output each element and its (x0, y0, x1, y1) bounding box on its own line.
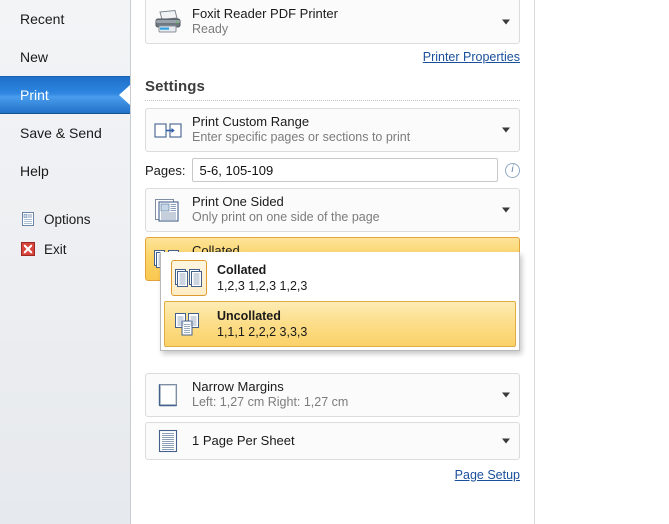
pages-input[interactable] (192, 158, 498, 182)
exit-icon (20, 241, 36, 257)
collation-option-uncollated[interactable]: Uncollated 1,1,1 2,2,2 3,3,3 (164, 301, 516, 347)
margins-title: Narrow Margins (192, 379, 284, 395)
printer-status: Ready (192, 21, 229, 36)
sidebar-item-exit[interactable]: Exit (0, 234, 130, 264)
chevron-down-icon[interactable] (502, 207, 510, 213)
pages-per-sheet-title: 1 Page Per Sheet (192, 432, 295, 448)
pages-per-sheet-select[interactable]: 1 Page Per Sheet (145, 422, 520, 460)
print-sides-subtitle: Only print on one side of the page (192, 210, 380, 225)
uncollated-icon (171, 306, 207, 342)
chevron-down-icon[interactable] (502, 392, 510, 398)
page-setup-link[interactable]: Page Setup (455, 468, 520, 482)
printer-properties-row: Printer Properties (145, 50, 520, 64)
sidebar-command-label: Exit (44, 241, 67, 257)
collation-option-collated[interactable]: Collated 1,2,3 1,2,3 1,2,3 (164, 255, 516, 301)
sidebar-item-options[interactable]: Options (0, 204, 130, 234)
print-sides-select[interactable]: Print One Sided Only print on one side o… (145, 188, 520, 232)
printer-select[interactable]: Foxit Reader PDF Printer Ready (145, 0, 520, 44)
sidebar-item-new[interactable]: New (0, 38, 130, 76)
chevron-down-icon[interactable] (502, 438, 510, 444)
sidebar-item-label: New (20, 49, 49, 65)
page-setup-row: Page Setup (145, 468, 520, 482)
collation-option-title: Uncollated (217, 308, 281, 323)
print-range-text: Print Custom Range Enter specific pages … (192, 114, 410, 146)
print-preview-pane (536, 0, 669, 524)
sidebar-item-print[interactable]: Print (0, 76, 130, 114)
collation-option-text: Collated 1,2,3 1,2,3 1,2,3 (217, 262, 307, 295)
print-range-select[interactable]: Print Custom Range Enter specific pages … (145, 108, 520, 152)
printer-text: Foxit Reader PDF Printer Ready (192, 6, 338, 38)
collated-icon (171, 260, 207, 296)
sidebar-item-save-and-send[interactable]: Save & Send (0, 114, 130, 152)
collation-option-title: Collated (217, 262, 267, 277)
margins-icon (153, 382, 183, 408)
sidebar-item-help[interactable]: Help (0, 152, 130, 190)
collation-dropdown-popup: Collated 1,2,3 1,2,3 1,2,3 Uncollated 1,… (160, 252, 520, 351)
options-icon (20, 211, 36, 227)
sidebar-item-label: Print (20, 87, 49, 103)
print-range-subtitle: Enter specific pages or sections to prin… (192, 130, 411, 145)
pages-per-sheet-text: 1 Page Per Sheet (192, 433, 295, 449)
collation-option-text: Uncollated 1,1,1 2,2,2 3,3,3 (217, 308, 307, 341)
chevron-down-icon[interactable] (502, 19, 510, 24)
margins-select[interactable]: Narrow Margins Left: 1,27 cm Right: 1,27… (145, 373, 520, 417)
collation-option-subtitle: 1,1,1 2,2,2 3,3,3 (217, 325, 308, 339)
print-sides-text: Print One Sided Only print on one side o… (192, 194, 380, 226)
chevron-down-icon[interactable] (502, 127, 510, 133)
sidebar-item-label: Recent (20, 11, 65, 27)
print-backstage-view: Recent New Print Save & Send Help Option… (0, 0, 669, 524)
info-icon[interactable]: i (505, 162, 520, 178)
margins-subtitle: Left: 1,27 cm Right: 1,27 cm (192, 395, 349, 410)
sidebar-item-label: Save & Send (20, 125, 102, 141)
collation-option-subtitle: 1,2,3 1,2,3 1,2,3 (217, 279, 308, 293)
backstage-sidebar: Recent New Print Save & Send Help Option… (0, 0, 131, 524)
page-per-sheet-icon (153, 428, 183, 454)
sidebar-item-label: Help (20, 163, 49, 179)
settings-heading: Settings (145, 78, 205, 95)
pages-label: Pages: (145, 162, 186, 178)
one-sided-icon (153, 197, 183, 223)
active-pointer-icon (119, 85, 130, 105)
pages-row: Pages: i (145, 158, 520, 182)
print-range-title: Print Custom Range (192, 114, 310, 130)
printer-icon (153, 9, 183, 35)
printer-properties-link[interactable]: Printer Properties (423, 50, 520, 64)
sidebar-item-recent[interactable]: Recent (0, 0, 130, 38)
print-sides-title: Print One Sided (192, 194, 284, 210)
custom-range-icon (153, 117, 183, 143)
settings-divider (145, 100, 520, 101)
printer-name: Foxit Reader PDF Printer (192, 5, 338, 21)
sidebar-command-label: Options (44, 211, 91, 227)
margins-text: Narrow Margins Left: 1,27 cm Right: 1,27… (192, 379, 348, 411)
